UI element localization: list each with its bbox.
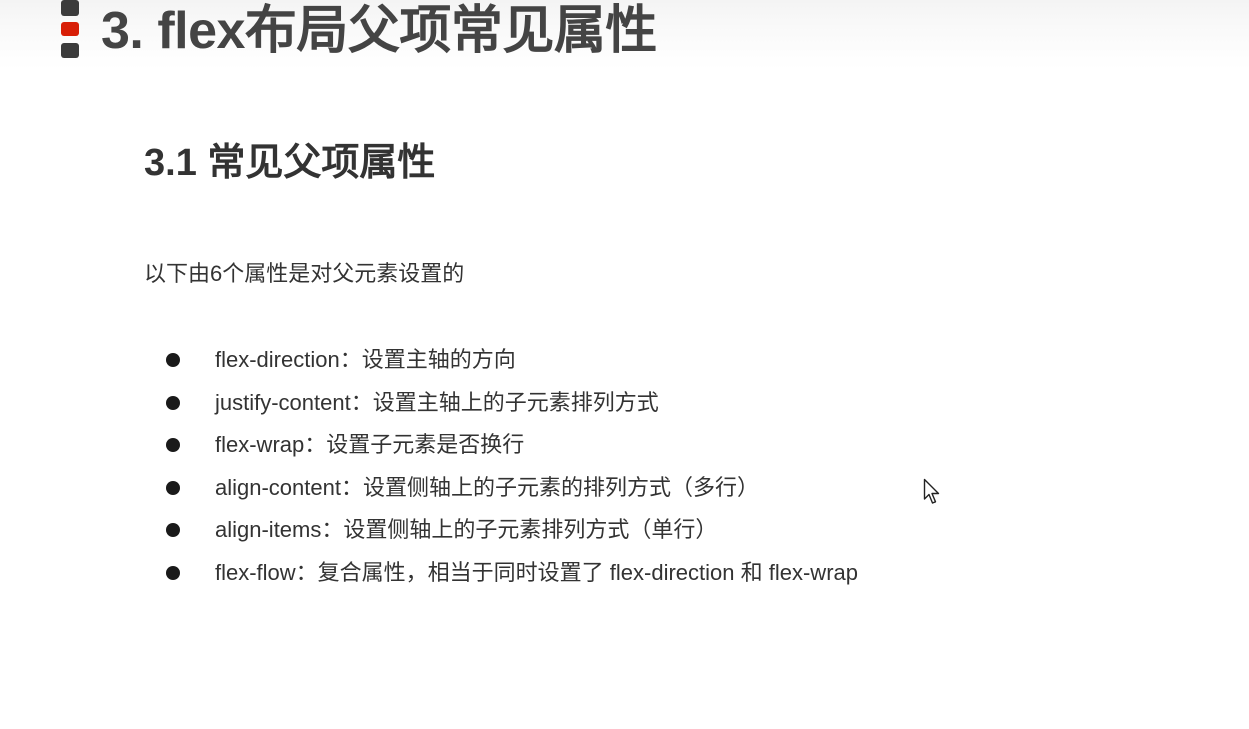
list-item-text: flex-direction：设置主轴的方向 xyxy=(215,347,516,372)
bullet-icon xyxy=(166,565,180,580)
list-item-text: flex-flow：复合属性，相当于同时设置了 flex-direction 和… xyxy=(215,559,858,585)
list-item-text: flex-wrap：设置子元素是否换行 xyxy=(215,432,525,458)
bullet-icon xyxy=(166,353,180,367)
bullet-icon xyxy=(166,438,180,453)
bullet-icon xyxy=(166,523,180,538)
marker-segment-top xyxy=(61,0,79,16)
section-title: 3.1 常见父项属性 xyxy=(144,142,436,184)
mouse-cursor-icon xyxy=(923,478,940,504)
title-marker-icon xyxy=(61,0,79,60)
intro-text: 以下由6个属性是对父元素设置的 xyxy=(144,261,465,286)
list-item-text: align-content：设置侧轴上的子元素的排列方式（多行） xyxy=(215,474,759,500)
marker-segment-middle xyxy=(61,22,79,36)
page-title: 3. flex布局父项常见属性 xyxy=(101,2,657,60)
marker-segment-bottom xyxy=(61,43,79,58)
list-item-text: align-items：设置侧轴上的子元素排列方式（单行） xyxy=(215,517,718,543)
bullet-icon xyxy=(166,480,180,495)
list-item-text: justify-content：设置主轴上的子元素排列方式 xyxy=(215,389,659,415)
bullet-icon xyxy=(166,395,180,410)
